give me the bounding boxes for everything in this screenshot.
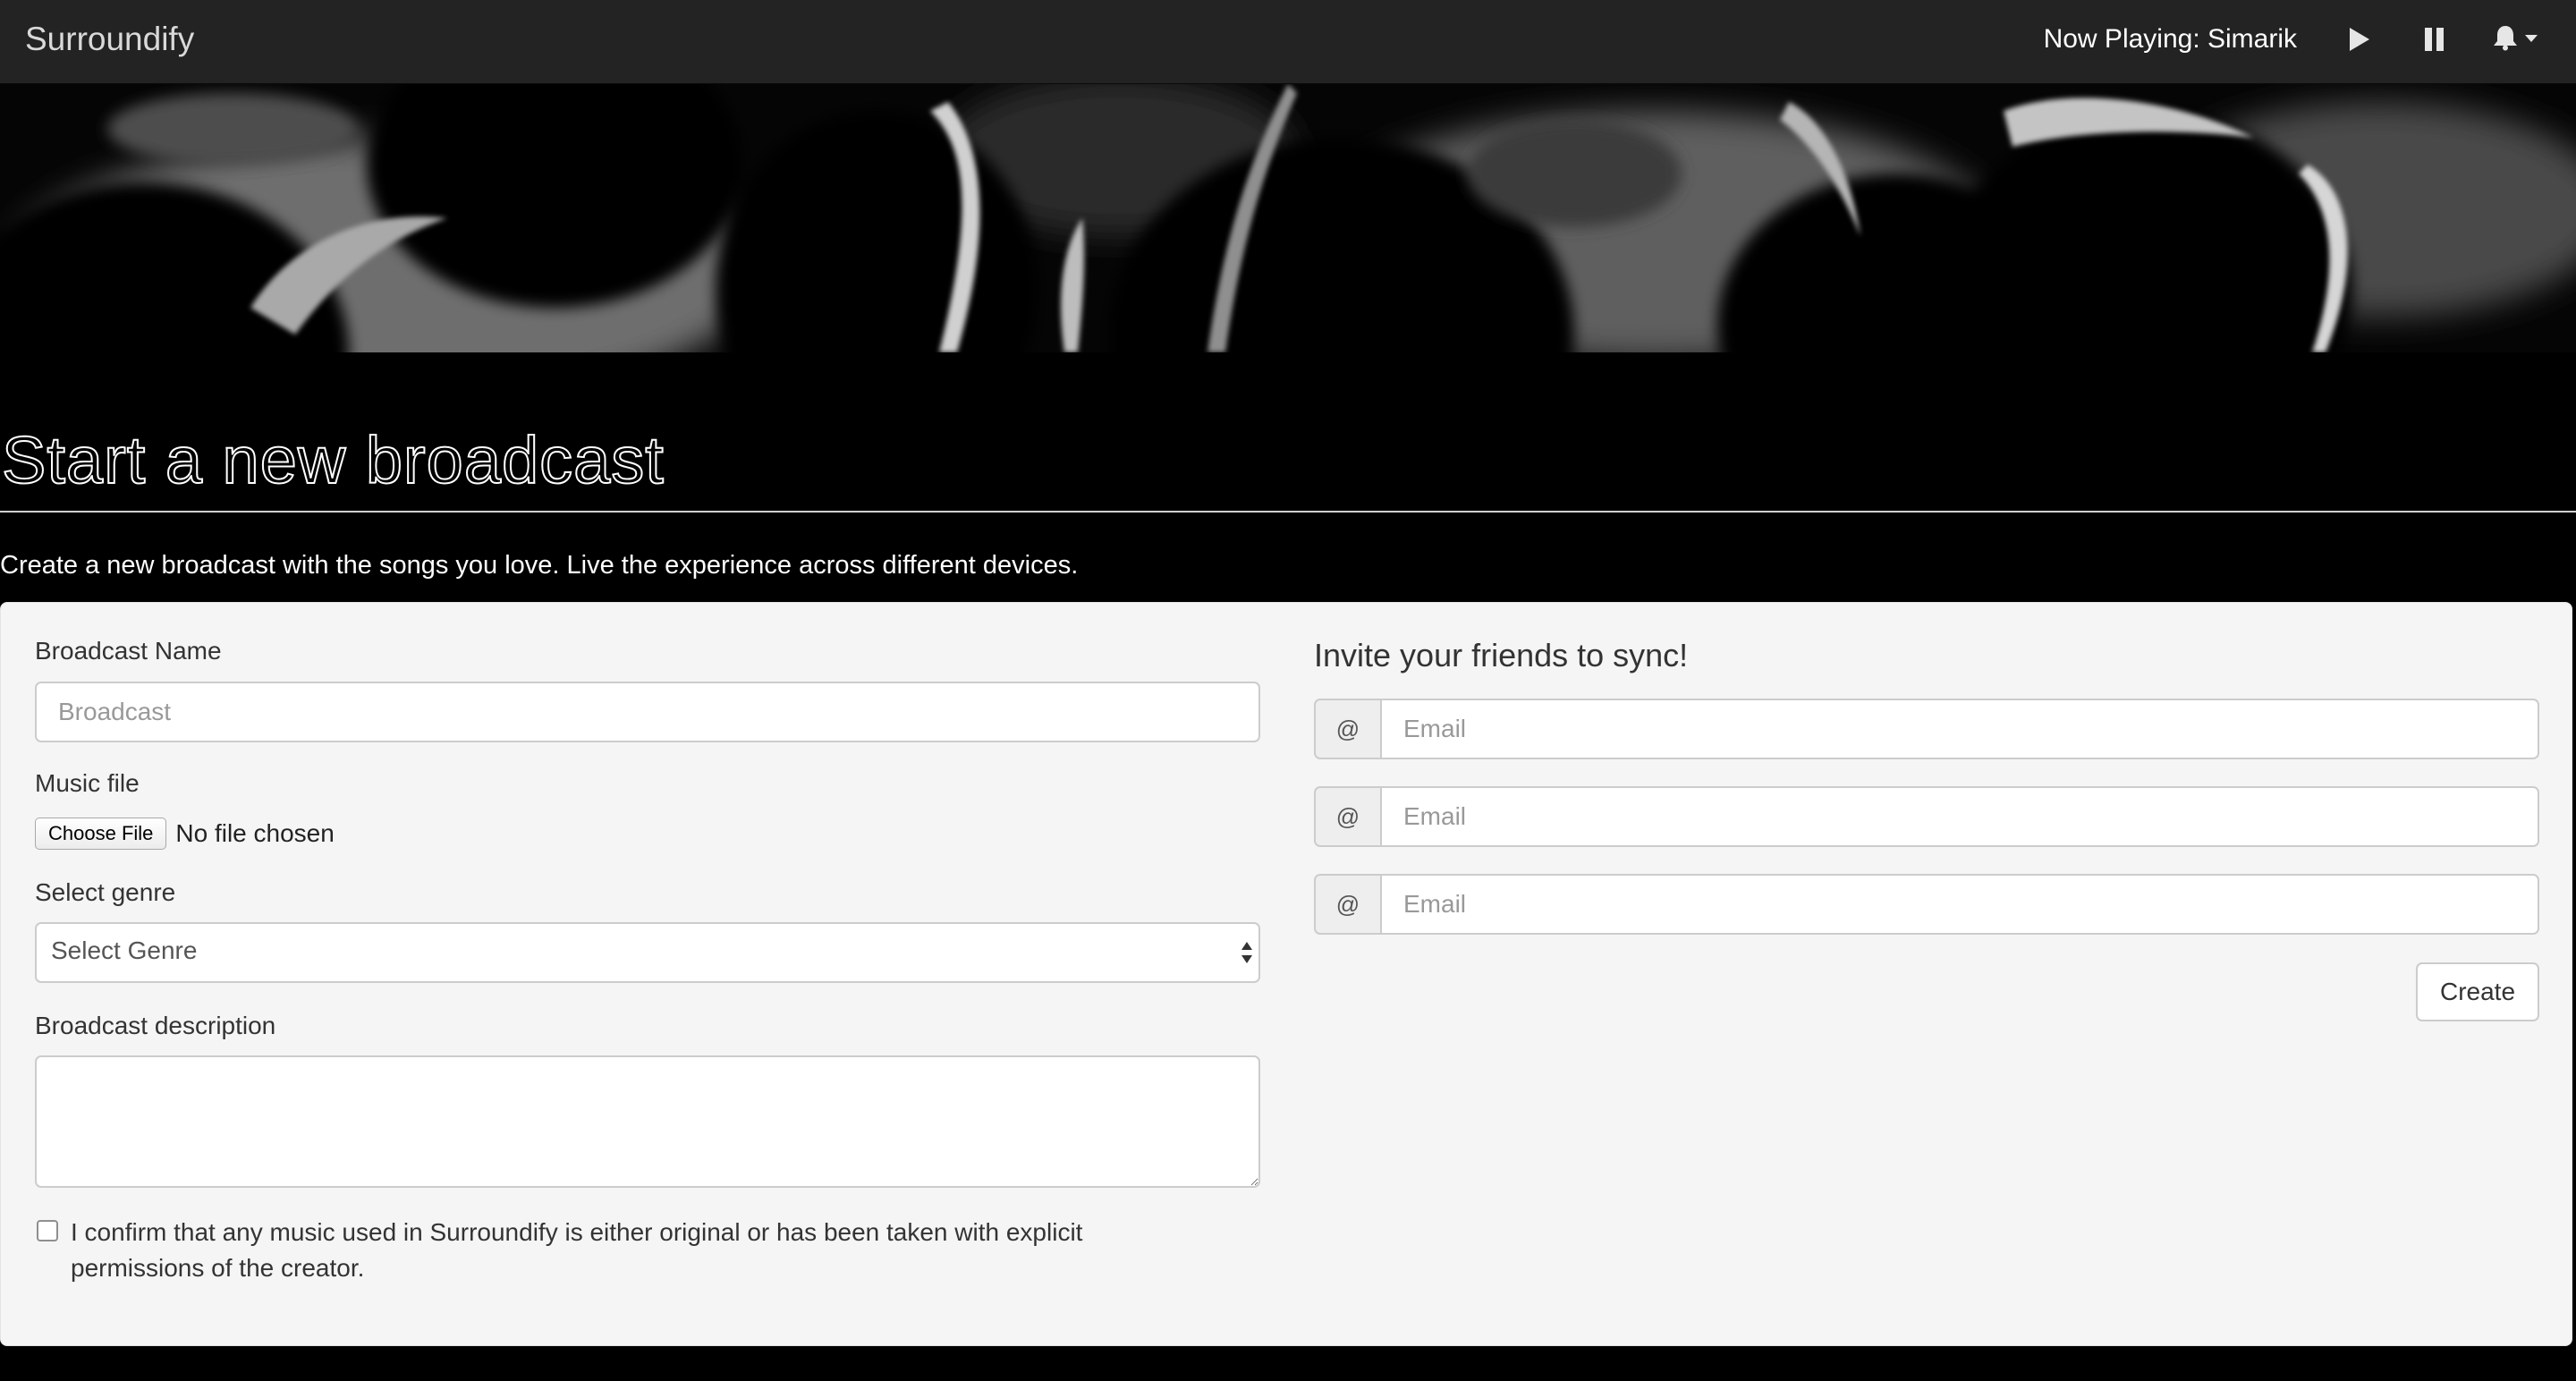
- email-group-3: @: [1314, 874, 2539, 935]
- confirm-text: I confirm that any music used in Surroun…: [71, 1218, 1083, 1282]
- pause-icon[interactable]: [2417, 21, 2453, 57]
- top-navbar: Surroundify Now Playing: Simarik: [0, 0, 2576, 84]
- confirm-checkbox[interactable]: [37, 1220, 58, 1241]
- email-input-3[interactable]: [1380, 874, 2539, 935]
- email-group-1: @: [1314, 699, 2539, 759]
- page-lead-text: Create a new broadcast with the songs yo…: [0, 551, 1079, 580]
- title-divider: [0, 511, 2576, 513]
- crowd-photo: [0, 84, 2576, 352]
- caret-down-icon: [2524, 31, 2538, 47]
- genre-select[interactable]: Select Genre: [35, 922, 1260, 983]
- music-file-input: Choose File No file chosen: [35, 818, 335, 850]
- now-playing-text: Now Playing: Simarik: [2043, 24, 2297, 54]
- hero-banner-image: [0, 84, 2576, 352]
- bell-icon: [2492, 24, 2519, 55]
- description-label: Broadcast description: [35, 1012, 276, 1039]
- genre-selected-value: Select Genre: [51, 936, 198, 964]
- create-button[interactable]: Create: [2416, 962, 2539, 1021]
- at-sign-addon: @: [1314, 874, 1380, 935]
- broadcast-name-label: Broadcast Name: [35, 637, 222, 665]
- play-icon[interactable]: [2342, 21, 2377, 57]
- choose-file-button[interactable]: Choose File: [35, 818, 167, 850]
- genre-label: Select genre: [35, 878, 176, 906]
- broadcast-name-input[interactable]: [35, 682, 1260, 742]
- select-arrows-icon: [1241, 938, 1253, 967]
- page-title: Start a new broadcast: [1, 422, 665, 498]
- file-status-text: No file chosen: [175, 819, 335, 847]
- email-group-2: @: [1314, 786, 2539, 847]
- brand-logo-text[interactable]: Surroundify: [25, 18, 194, 61]
- invite-title: Invite your friends to sync!: [1314, 637, 1689, 674]
- description-textarea[interactable]: [35, 1055, 1260, 1188]
- music-file-label: Music file: [35, 769, 140, 797]
- email-input-2[interactable]: [1380, 786, 2539, 847]
- email-input-1[interactable]: [1380, 699, 2539, 759]
- notifications-dropdown[interactable]: [2492, 21, 2551, 57]
- at-sign-addon: @: [1314, 786, 1380, 847]
- broadcast-form-panel: Broadcast Name Music file Choose File No…: [0, 602, 2572, 1346]
- at-sign-addon: @: [1314, 699, 1380, 759]
